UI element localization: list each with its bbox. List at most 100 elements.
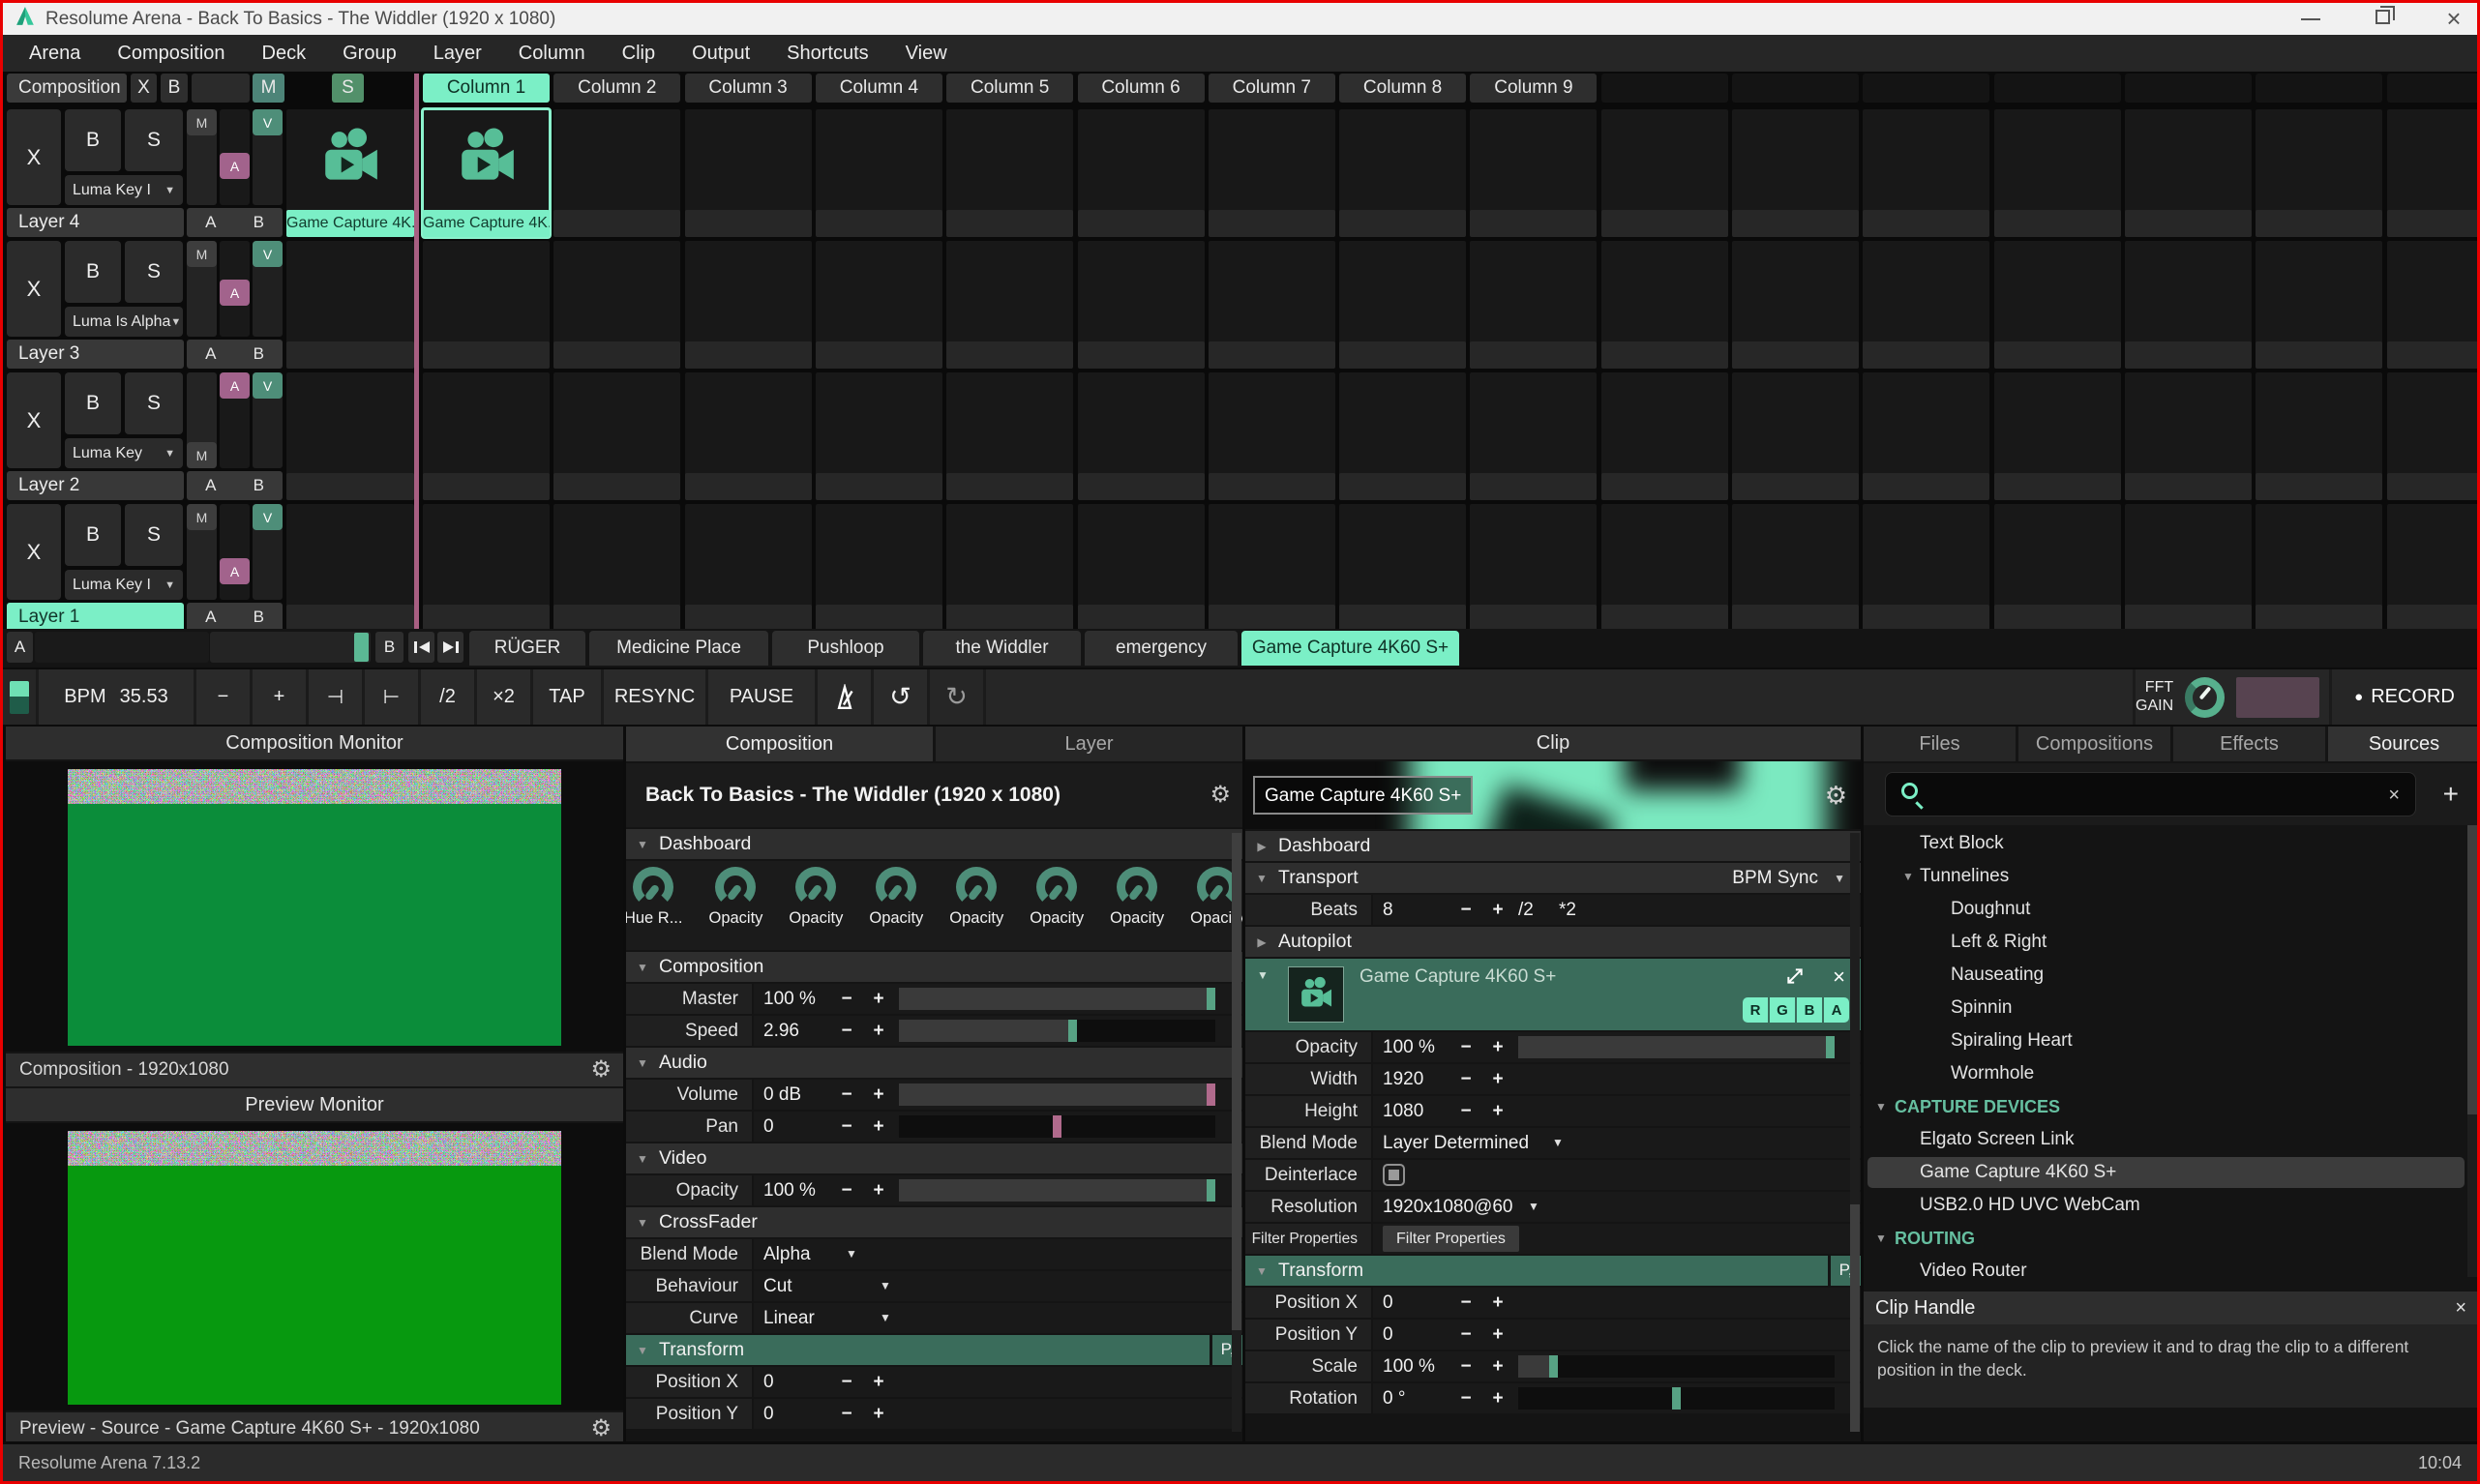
layer-name-label[interactable]: Layer 4 <box>7 208 184 237</box>
clip-cell-empty[interactable] <box>2387 504 2478 629</box>
clip-cell-empty-label[interactable] <box>553 473 680 500</box>
clip-cell-empty-label[interactable] <box>553 605 680 629</box>
menu-output[interactable]: Output <box>673 43 768 65</box>
decrement-button[interactable]: − <box>835 1016 858 1046</box>
knob-dial-icon[interactable] <box>1117 867 1157 907</box>
layer-video-fader[interactable]: V <box>253 504 283 600</box>
column-header-9[interactable]: Column 9 <box>1470 74 1597 103</box>
clip-cell-empty-label[interactable] <box>1732 473 1859 500</box>
clip-cell-empty[interactable] <box>2256 241 2382 369</box>
clip-cell-empty-label[interactable] <box>1339 341 1466 369</box>
column-header-8[interactable]: Column 8 <box>1339 74 1466 103</box>
clip-cell-empty-label[interactable] <box>1209 473 1335 500</box>
clip-cell-empty-label[interactable] <box>2256 341 2382 369</box>
crossfader-b-button[interactable]: B <box>375 632 403 663</box>
clip-cell-empty-label[interactable] <box>1470 473 1597 500</box>
param-content[interactable]: 0 °−+ <box>1373 1383 1861 1413</box>
bpm-minus-button[interactable]: − <box>196 669 250 725</box>
clip-cell-empty[interactable] <box>2125 109 2252 237</box>
param-slider[interactable] <box>899 1179 1215 1202</box>
column-header-empty[interactable] <box>1601 74 1728 103</box>
section-composition[interactable]: ▼Composition <box>626 952 1242 982</box>
clip-cell-empty[interactable] <box>2125 241 2252 369</box>
increment-button[interactable]: + <box>1486 1096 1509 1126</box>
clip-cell-empty[interactable] <box>1470 241 1597 369</box>
composition-bypass-button[interactable]: B <box>161 74 188 103</box>
expanded-icon[interactable]: ▼ <box>626 1056 659 1070</box>
clip-cell-empty[interactable] <box>1209 241 1335 369</box>
layer-b-assign[interactable]: B <box>254 476 264 495</box>
redo-button[interactable]: ↻ <box>930 669 983 725</box>
param-value[interactable]: 2.96 <box>763 1016 799 1046</box>
param-value[interactable]: 0 <box>763 1112 774 1142</box>
dashboard-knob[interactable]: Opacity <box>949 867 1003 928</box>
bpm-div2-button[interactable]: /2 <box>421 669 474 725</box>
bpm-nudge-down-button[interactable]: ⊣ <box>309 669 362 725</box>
expanded-icon[interactable]: ▼ <box>626 961 659 974</box>
clip-cell-empty[interactable] <box>1339 504 1466 629</box>
clip-cell-empty[interactable] <box>816 109 942 237</box>
layer-video-fader-handle[interactable]: V <box>253 241 283 267</box>
clip-name-field[interactable]: Game Capture 4K60 S+ <box>1253 776 1473 815</box>
slider-handle[interactable] <box>1207 988 1215 1010</box>
deck-tab-5[interactable]: emergency <box>1085 631 1238 666</box>
clip-cell-empty[interactable] <box>1994 504 2121 629</box>
expanded-icon[interactable]: ▼ <box>1875 1222 1887 1255</box>
param-content[interactable]: Alpha▼ <box>754 1239 1242 1269</box>
clip-cell-empty-label[interactable] <box>2387 341 2478 369</box>
layer-ab-assign[interactable]: AB <box>187 340 283 369</box>
expanded-icon[interactable]: ▼ <box>626 1344 659 1357</box>
param-content[interactable]: 0 dB−+ <box>754 1080 1242 1110</box>
increment-button[interactable]: + <box>1486 1064 1509 1094</box>
menu-column[interactable]: Column <box>500 43 604 65</box>
column-header-6[interactable]: Column 6 <box>1078 74 1205 103</box>
resync-button[interactable]: RESYNC <box>604 669 705 725</box>
section-crossfader[interactable]: ▼CrossFader <box>626 1207 1242 1237</box>
clip-cell-empty[interactable] <box>1863 372 1989 500</box>
param-value[interactable]: 100 % <box>763 984 816 1014</box>
section-audio[interactable]: ▼Audio <box>626 1048 1242 1078</box>
composition-cell[interactable]: Composition <box>7 74 127 103</box>
param-value[interactable]: 0 <box>763 1367 774 1397</box>
increment-button[interactable]: + <box>1486 1032 1509 1062</box>
layer-blendmode-dropdown[interactable]: Luma Key I▼ <box>65 570 183 600</box>
layer-master-fader-handle[interactable]: M <box>187 442 217 468</box>
next-deck-button[interactable] <box>437 632 463 663</box>
deck-tab-1[interactable]: RÜGER <box>469 631 585 666</box>
clip-cell-empty[interactable] <box>2256 372 2382 500</box>
list-item-capture-devices[interactable]: ▼CAPTURE DEVICES <box>1864 1090 2480 1123</box>
column-header-1[interactable]: Column 1 <box>423 74 550 103</box>
clip-cell-empty-label[interactable] <box>2256 473 2382 500</box>
clip-cell-empty-label[interactable] <box>2256 210 2382 237</box>
expanded-icon[interactable]: ▼ <box>1902 860 1914 893</box>
layer-name-label[interactable]: Layer 1 <box>7 603 184 629</box>
previous-deck-button[interactable] <box>408 632 434 663</box>
clip-cell-empty-label[interactable] <box>816 473 942 500</box>
slider-handle[interactable] <box>1549 1355 1558 1378</box>
deinterlace-checkbox[interactable] <box>1383 1164 1405 1186</box>
filter-properties-button[interactable]: Filter Properties <box>1383 1226 1519 1252</box>
clip-cell-empty-label[interactable] <box>1470 210 1597 237</box>
undo-button[interactable]: ↺ <box>874 669 927 725</box>
layer-preview-cell[interactable] <box>286 504 414 629</box>
layer-master-fader[interactable]: M <box>187 109 217 205</box>
decrement-button[interactable]: − <box>835 1367 858 1397</box>
chevron-down-icon[interactable]: ▼ <box>880 1271 891 1301</box>
layer-master-fader[interactable]: M <box>187 241 217 337</box>
layer-audio-fader-handle[interactable]: A <box>220 558 250 584</box>
chevron-down-icon[interactable]: ▼ <box>846 1239 857 1269</box>
layer-solo-button[interactable]: S <box>125 241 183 303</box>
add-source-button[interactable]: + <box>2443 763 2459 825</box>
increment-button[interactable]: + <box>867 984 890 1014</box>
layer-video-fader[interactable]: V <box>253 372 283 468</box>
increment-button[interactable]: + <box>1486 895 1509 925</box>
channel-b-button[interactable]: B <box>1797 997 1822 1023</box>
collapsed-icon[interactable]: ▶ <box>1245 935 1278 949</box>
clip-cell-empty[interactable] <box>1209 504 1335 629</box>
param-value[interactable]: 1920x1080@60 <box>1383 1192 1512 1222</box>
list-item-doughnut[interactable]: Doughnut <box>1864 893 2480 926</box>
clip-cell-empty-label[interactable] <box>946 210 1073 237</box>
column-header-empty[interactable] <box>1863 74 1989 103</box>
layer-clear-button[interactable]: X <box>7 109 61 205</box>
decrement-button[interactable]: − <box>1454 1383 1478 1413</box>
